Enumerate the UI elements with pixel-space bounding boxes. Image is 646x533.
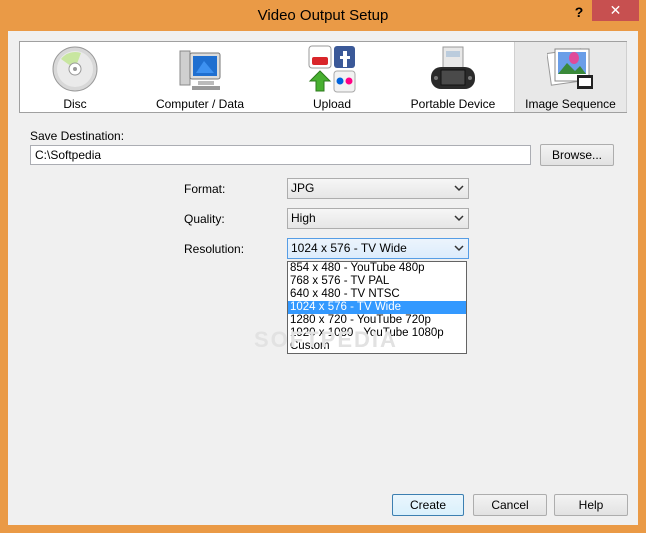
- resolution-option-selected[interactable]: 1024 x 576 - TV Wide: [288, 301, 466, 314]
- tool-portable-device-label: Portable Device: [410, 97, 496, 111]
- chevron-down-icon: [454, 185, 464, 192]
- tool-computer-data[interactable]: Computer / Data: [138, 42, 262, 112]
- browse-button[interactable]: Browse...: [540, 144, 614, 166]
- format-select[interactable]: JPG: [287, 178, 469, 199]
- watermark: SOFTPEDIA: [254, 327, 398, 352]
- resolution-option[interactable]: 640 x 480 - TV NTSC: [288, 288, 466, 301]
- cancel-button[interactable]: Cancel: [473, 494, 547, 516]
- chevron-down-icon: [454, 245, 464, 252]
- upload-icon: [308, 45, 356, 93]
- tool-upload[interactable]: Upload: [272, 42, 392, 112]
- tool-upload-label: Upload: [312, 97, 352, 111]
- resolution-option[interactable]: 768 x 576 - TV PAL: [288, 275, 466, 288]
- save-destination-input[interactable]: C:\Softpedia: [30, 145, 531, 165]
- resolution-label: Resolution:: [184, 242, 245, 256]
- format-select-value: JPG: [291, 181, 315, 195]
- title-bar[interactable]: Video Output Setup ? ✕: [0, 0, 646, 31]
- dialog-window: Video Output Setup ? ✕ Disc Computer / D…: [0, 0, 646, 533]
- quality-select[interactable]: High: [287, 208, 469, 229]
- output-type-toolbar: Disc Computer / Data Upload Portable Dev…: [19, 41, 627, 113]
- format-label: Format:: [184, 182, 226, 196]
- portable-device-icon: [431, 46, 475, 89]
- resolution-select-value: 1024 x 576 - TV Wide: [291, 241, 407, 255]
- quality-select-value: High: [291, 211, 316, 225]
- resolution-select[interactable]: 1024 x 576 - TV Wide: [287, 238, 469, 259]
- create-button[interactable]: Create: [392, 494, 464, 516]
- chevron-down-icon: [454, 215, 464, 222]
- tool-disc-label: Disc: [63, 97, 87, 111]
- help-button[interactable]: Help: [554, 494, 628, 516]
- tool-computer-data-label: Computer / Data: [155, 97, 245, 111]
- image-sequence-icon: [546, 48, 593, 89]
- save-destination-label: Save Destination:: [30, 129, 125, 143]
- close-button[interactable]: ✕: [592, 0, 639, 21]
- help-icon[interactable]: ?: [572, 4, 586, 24]
- computer-icon: [179, 50, 221, 90]
- tool-disc[interactable]: Disc: [20, 42, 130, 112]
- tool-image-sequence-label: Image Sequence: [525, 97, 616, 111]
- resolution-option[interactable]: 854 x 480 - YouTube 480p: [288, 262, 466, 275]
- disc-icon: [52, 46, 98, 92]
- tool-image-sequence[interactable]: Image Sequence: [514, 42, 627, 112]
- dialog-client: Disc Computer / Data Upload Portable Dev…: [8, 31, 638, 525]
- resolution-option[interactable]: 1280 x 720 - YouTube 720p: [288, 314, 466, 327]
- window-title: Video Output Setup: [257, 7, 389, 24]
- tool-portable-device[interactable]: Portable Device: [398, 42, 508, 112]
- quality-label: Quality:: [184, 212, 225, 226]
